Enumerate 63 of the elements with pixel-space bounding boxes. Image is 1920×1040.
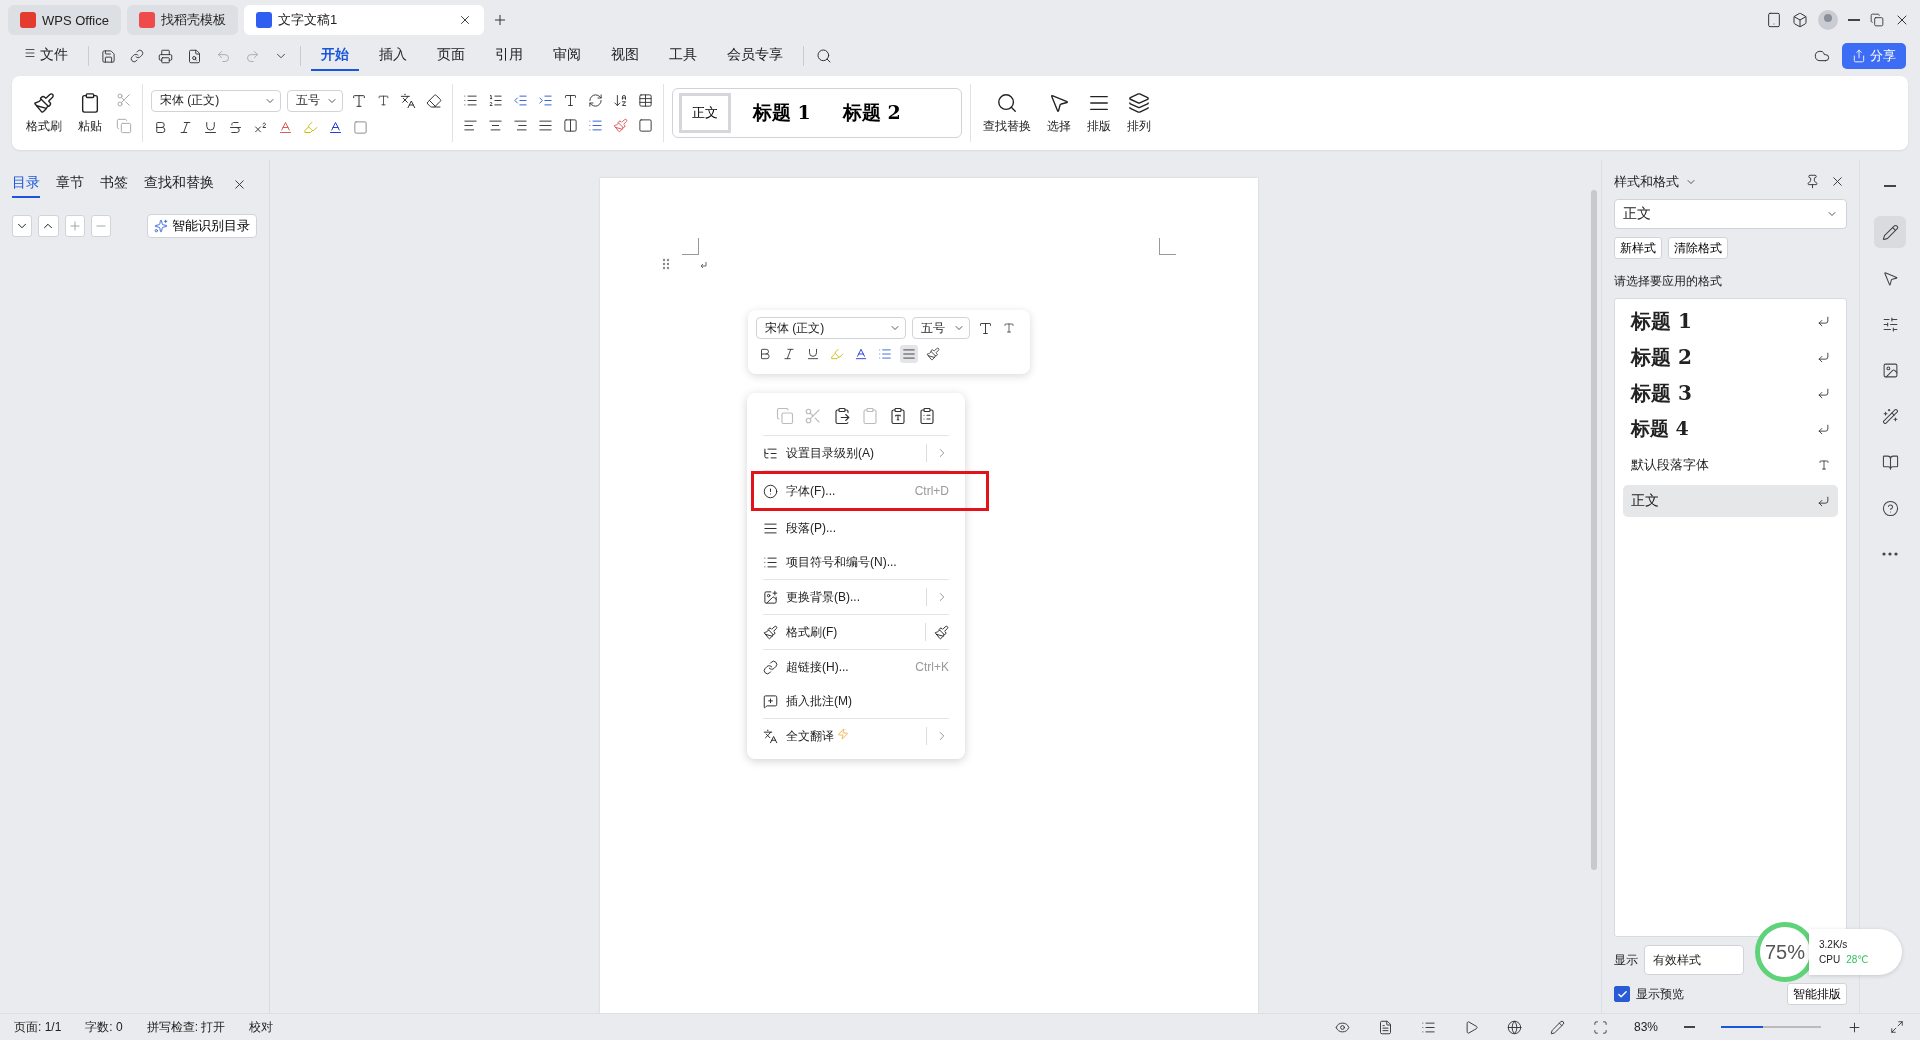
menu-item[interactable]: 段落(P)...	[763, 511, 949, 545]
zoom-level[interactable]: 83%	[1633, 1020, 1658, 1034]
file-menu[interactable]: 文件	[14, 41, 78, 71]
panel-tab[interactable]: 查找和替换	[144, 170, 214, 198]
ribbon-tab[interactable]: 开始	[310, 41, 359, 71]
menu-item[interactable]: 更换背景(B)...	[763, 580, 949, 615]
page-count: 页面: 1/1	[14, 1018, 62, 1036]
menu-item[interactable]: 项目符号和编号(N)...	[763, 545, 949, 580]
panel-title: 样式和格式	[1614, 172, 1679, 191]
show-label: 显示	[1614, 951, 1638, 969]
style-item[interactable]: 标题 3	[1623, 377, 1838, 409]
cpu-temperature: 28℃	[1846, 954, 1869, 965]
proofread-link[interactable]: 校对	[249, 1018, 274, 1036]
ribbon-tab[interactable]: 审阅	[542, 41, 591, 71]
style-dropdown[interactable]: 正文	[1614, 199, 1847, 229]
style-item[interactable]: 标题 4	[1623, 413, 1838, 445]
menu-item[interactable]: 超链接(H)... Ctrl+K	[763, 650, 949, 684]
shortcut-hint: Ctrl+D	[914, 484, 949, 498]
document-tab[interactable]: 文字文稿1	[243, 5, 484, 35]
panel-tab[interactable]: 书签	[100, 170, 128, 198]
ribbon-tab[interactable]: 工具	[658, 41, 707, 71]
ribbon-tool-button[interactable]: 排列	[1123, 89, 1155, 137]
ribbon-tab[interactable]: 引用	[484, 41, 533, 71]
ribbon-tab[interactable]: 页面	[426, 41, 475, 71]
format-painter-button[interactable]: 格式刷	[22, 89, 66, 137]
font-select[interactable]: 宋体 (正文)	[151, 89, 281, 112]
style-item[interactable]: 标题 1	[1623, 305, 1838, 337]
panel-prompt: 请选择要应用的格式	[1614, 273, 1723, 290]
font-select[interactable]: 宋体 (正文)	[756, 317, 906, 339]
spell-check-toggle[interactable]: 拼写检查: 打开	[146, 1018, 226, 1036]
smart-toc-button[interactable]: 智能识别目录	[147, 214, 257, 238]
menu-item[interactable]: 插入批注(M)	[763, 684, 949, 719]
menu-item[interactable]: 全文翻译	[763, 719, 949, 753]
preview-label: 显示预览	[1636, 985, 1684, 1003]
shortcut-hint: Ctrl+K	[915, 660, 949, 674]
smart-layout-button[interactable]: 智能排版	[1787, 983, 1847, 1005]
style-item[interactable]: 正文	[1623, 485, 1838, 517]
ribbon-tool-button[interactable]: 排版	[1083, 89, 1115, 137]
panel-tab[interactable]: 章节	[56, 170, 84, 198]
panel-tab[interactable]: 目录	[12, 170, 40, 198]
menu-item[interactable]: 格式刷(F)	[763, 615, 949, 650]
paste-button[interactable]: 粘贴	[74, 89, 106, 137]
style-preset[interactable]: 正文	[679, 93, 731, 133]
size-select[interactable]: 五号	[912, 317, 970, 339]
ribbon-tab[interactable]: 插入	[368, 41, 417, 71]
menu-item[interactable]: 设置目录级别(A)	[763, 436, 949, 471]
size-select[interactable]: 五号	[287, 89, 343, 112]
ribbon-tool-button[interactable]: 选择	[1043, 89, 1075, 137]
style-action-button[interactable]: 清除格式	[1668, 237, 1728, 259]
document-tab[interactable]: 找稻壳模板	[126, 5, 238, 35]
show-dropdown[interactable]: 有效样式	[1644, 945, 1744, 975]
style-action-button[interactable]: 新样式	[1614, 237, 1662, 259]
ribbon-tab[interactable]: 会员专享	[716, 41, 793, 71]
cpu-label: CPU	[1819, 954, 1841, 965]
word-count: 字数: 0	[85, 1018, 123, 1036]
network-speed: 3.2K/s	[1819, 939, 1849, 950]
style-item[interactable]: 默认段落字体	[1623, 449, 1838, 481]
style-item[interactable]: 标题 2	[1623, 341, 1838, 373]
menu-item[interactable]: 字体(F)... Ctrl+D	[763, 474, 949, 508]
share-button[interactable]: 分享	[1842, 43, 1906, 69]
document-tab[interactable]: WPS Office	[8, 5, 121, 35]
ribbon-tool-button[interactable]: 查找替换	[979, 89, 1035, 137]
ribbon-tab[interactable]: 视图	[600, 41, 649, 71]
